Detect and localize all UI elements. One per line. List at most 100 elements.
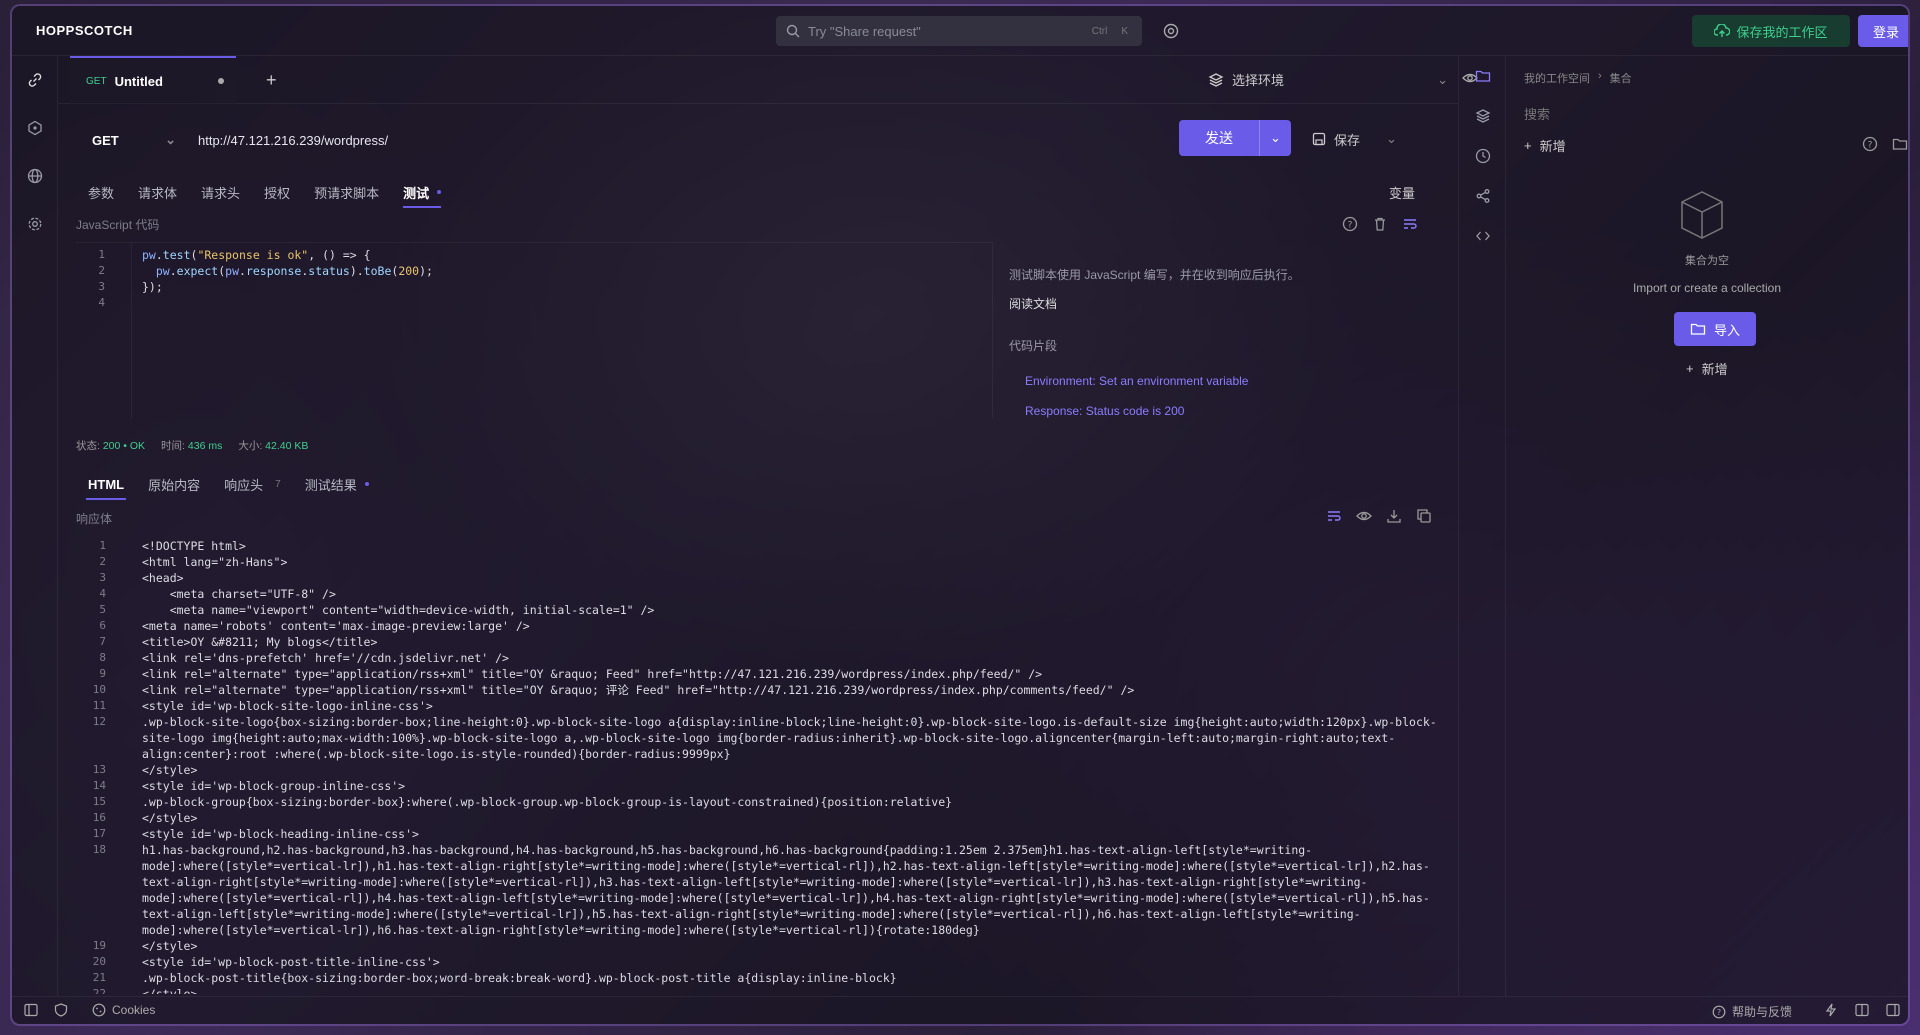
cookies-button[interactable]: Cookies (92, 1003, 155, 1017)
search-shortcut: Ctrl K (1088, 25, 1132, 38)
breadcrumb-workspace[interactable]: 我的工作空间 (1524, 70, 1590, 86)
settings-gear-icon[interactable] (12, 200, 58, 248)
request-tabs-bar: GET Untitled + 选择环境 ⌄ (58, 56, 1478, 104)
code-brackets-icon[interactable] (1459, 216, 1507, 256)
tab-response-headers[interactable]: 响应头 7 (212, 468, 293, 500)
line-text: .wp-block-post-title{box-sizing:border-b… (142, 971, 897, 985)
collections-folder-icon[interactable] (1459, 56, 1507, 96)
response-body-viewer[interactable]: 1 <!DOCTYPE html> 2 <html lang="zh-Hans"> 3 <… (76, 534, 1466, 994)
rest-link-icon[interactable] (12, 56, 58, 104)
line-text: <style id='wp-block-group-inline-css'> (142, 779, 406, 793)
line-number: 4 (99, 587, 106, 600)
new-collection-button[interactable]: + 新增 (1524, 136, 1566, 155)
test-results-label: 测试结果 (304, 477, 357, 493)
variables-link[interactable]: 变量 (1389, 183, 1415, 202)
save-request-button[interactable]: 保存 ⌄ (1312, 124, 1412, 154)
tab-params[interactable]: 参数 (76, 176, 126, 208)
wrap-lines-icon[interactable] (1326, 508, 1342, 524)
tab-untitled[interactable]: GET Untitled (70, 56, 236, 104)
new-tab-plus-icon[interactable]: + (266, 70, 277, 91)
read-docs-link[interactable]: 阅读文档 (1009, 295, 1426, 312)
headers-count-badge: 7 (275, 478, 281, 490)
login-button[interactable]: 登录 (1858, 15, 1908, 47)
tab-prerequest[interactable]: 预请求脚本 (302, 176, 391, 208)
chevron-down-icon: ⌄ (1437, 71, 1448, 87)
line-text: <meta charset="UTF-8" /> (142, 587, 336, 601)
search-input[interactable]: Try "Share request" Ctrl K (776, 16, 1142, 46)
response-line: 18 h1.has-background,h2.has-background,h3… (76, 842, 1466, 938)
help-icon[interactable]: ? (1862, 136, 1878, 152)
shield-icon[interactable] (54, 1003, 68, 1017)
collections-search-input[interactable]: 搜索 (1524, 104, 1550, 123)
response-line: 8 <link rel='dns-prefetch' href='//cdn.js… (76, 650, 1466, 666)
lightning-icon[interactable] (1824, 1003, 1838, 1017)
right-sidebar-toggle-icon[interactable] (1886, 1003, 1900, 1017)
test-results-dot (364, 482, 369, 486)
support-icon[interactable] (1160, 20, 1182, 42)
save-workspace-button[interactable]: 保存我的工作区 (1692, 15, 1850, 47)
line-text: </style> (142, 763, 198, 777)
line-text: <head> (142, 571, 184, 585)
search-icon (786, 24, 800, 38)
chevron-down-icon: ⌄ (165, 132, 176, 147)
line-text: .wp-block-group{box-sizing:border-box}:w… (142, 795, 953, 809)
tab-response-raw[interactable]: 原始内容 (136, 468, 212, 500)
help-feedback-button[interactable]: ? 帮助与反馈 (1712, 1003, 1792, 1020)
response-body-label: 响应体 (76, 512, 113, 526)
line-text: </style> (142, 811, 198, 825)
share-icon[interactable] (1459, 176, 1507, 216)
import-button[interactable]: 导入 (1674, 312, 1756, 346)
folder-import-icon[interactable] (1892, 136, 1908, 152)
line-text: <link rel='dns-prefetch' href='//cdn.jsd… (142, 651, 509, 665)
editor-language-label: JavaScript 代码 (76, 218, 160, 232)
send-button[interactable]: 发送 ⌄ (1179, 120, 1291, 156)
import-label: 导入 (1713, 322, 1740, 338)
split-view-icon[interactable] (1855, 1003, 1869, 1017)
environments-layers-icon[interactable] (1459, 96, 1507, 136)
method-select[interactable]: GET ⌄ (76, 122, 186, 158)
response-lines: 1 <!DOCTYPE html> 2 <html lang="zh-Hans"> 3 <… (76, 534, 1466, 994)
wrap-lines-icon[interactable] (1402, 216, 1418, 232)
line-number: 19 (92, 939, 106, 952)
test-script-editor[interactable]: 1 2 3 4 pw.test("Response is ok", () => … (76, 242, 992, 419)
send-options-chevron-icon[interactable]: ⌄ (1259, 120, 1291, 156)
history-clock-icon[interactable] (1459, 136, 1507, 176)
graphql-icon[interactable] (12, 104, 58, 152)
snippet-link[interactable]: Environment: Set an environment variable (1025, 374, 1426, 388)
brand-logo[interactable]: HOPPSCOTCH (36, 23, 133, 38)
sidebar-toggle-icon[interactable] (24, 1003, 38, 1017)
unsaved-dot-icon[interactable] (218, 78, 224, 84)
tab-headers[interactable]: 请求头 (189, 176, 252, 208)
line-number: 20 (92, 955, 106, 968)
help-icon[interactable]: ? (1342, 216, 1358, 232)
empty-box-icon (1672, 184, 1732, 240)
line-text: h1.has-background,h2.has-background,h3.h… (142, 843, 1430, 937)
line-number: 10 (92, 683, 106, 696)
editor-code[interactable]: pw.test("Response is ok", () => { pw.exp… (142, 247, 433, 311)
trash-icon[interactable] (1372, 216, 1388, 232)
tab-response-html[interactable]: HTML (76, 468, 136, 500)
download-icon[interactable] (1386, 508, 1402, 524)
breadcrumb-collections[interactable]: 集合 (1610, 70, 1632, 86)
realtime-globe-icon[interactable] (12, 152, 58, 200)
snippet-link[interactable]: Response: Status code is 200 (1025, 404, 1426, 418)
line-number: 3 (99, 571, 106, 584)
tab-test-results[interactable]: 测试结果 (293, 468, 381, 500)
editor-toolbar: ? (1342, 216, 1418, 232)
chevron-down-icon[interactable]: ⌄ (1386, 131, 1397, 147)
new-collection-secondary-button[interactable]: + 新增 (1686, 359, 1728, 378)
environment-selector[interactable]: 选择环境 ⌄ (1208, 70, 1448, 89)
size-label: 大小: (238, 440, 263, 452)
tab-auth[interactable]: 授权 (252, 176, 302, 208)
time-value: 436 ms (187, 440, 223, 452)
line-number: 16 (92, 811, 106, 824)
url-input[interactable]: http://47.121.216.239/wordpress/ (198, 122, 958, 158)
copy-icon[interactable] (1416, 508, 1432, 524)
preview-eye-icon[interactable] (1356, 508, 1372, 524)
line-number: 15 (92, 795, 106, 808)
method-label: GET (92, 132, 119, 148)
tab-tests[interactable]: 测试 (391, 176, 453, 208)
status-info: 状态: 200 • OK (76, 438, 145, 453)
response-line: 12 .wp-block-site-logo{box-sizing:border-… (76, 714, 1466, 762)
tab-body[interactable]: 请求体 (126, 176, 189, 208)
